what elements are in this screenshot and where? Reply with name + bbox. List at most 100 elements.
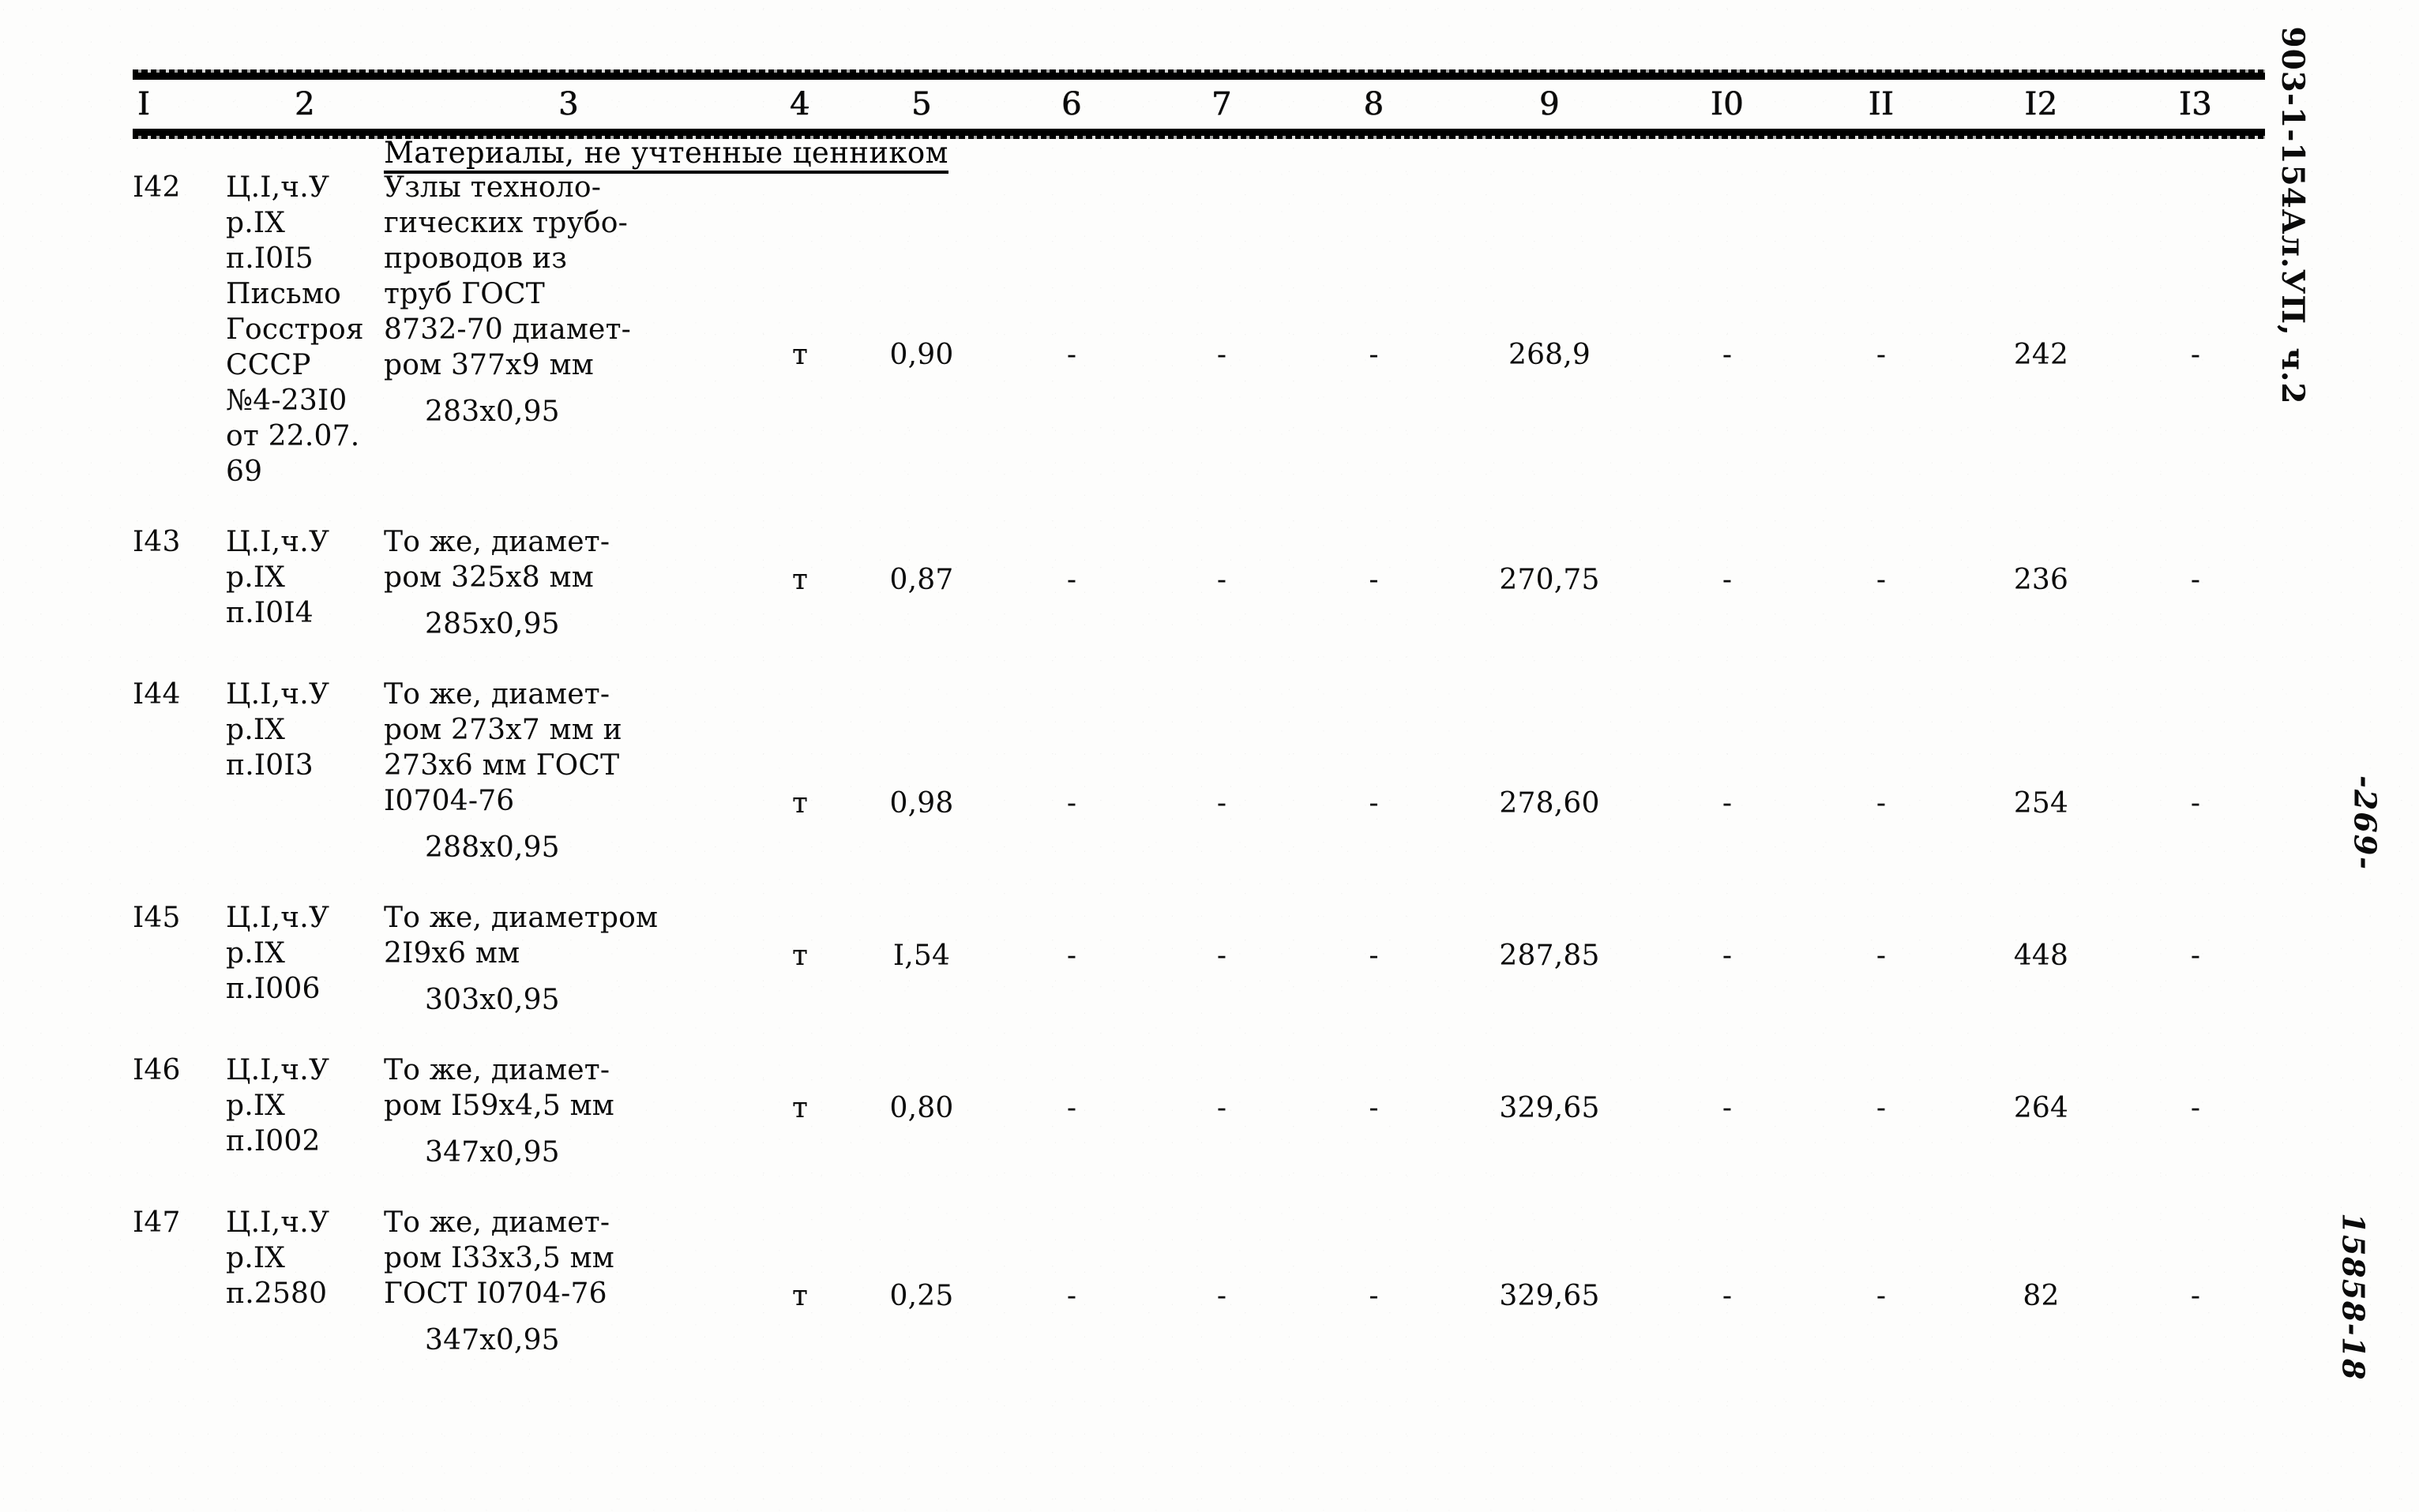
row-col7: - bbox=[1216, 787, 1227, 820]
estimate-body: Материалы, не учтенные ценником I42 Ц.I,… bbox=[133, 136, 2265, 1358]
row-col8: - bbox=[1369, 339, 1379, 371]
row-col8: - bbox=[1369, 1092, 1379, 1124]
row-col6: - bbox=[1066, 940, 1077, 972]
row-description-main: Узлы техноло- гических трубо- проводов и… bbox=[384, 171, 632, 381]
row-justification: Ц.I,ч.У р.IX п.2580 bbox=[226, 1206, 330, 1310]
row-justification: Ц.I,ч.У р.IX п.I0I3 bbox=[226, 678, 330, 782]
row-position-number: I46 bbox=[133, 1054, 181, 1086]
row-spacer bbox=[133, 642, 2265, 677]
row-position-number: I42 bbox=[133, 171, 181, 204]
column-header-2: 2 bbox=[295, 86, 315, 122]
row-col11: - bbox=[1876, 1280, 1887, 1312]
row-col9: 278,60 bbox=[1499, 787, 1600, 820]
row-col11: - bbox=[1876, 339, 1887, 371]
row-description-calc: 288х0,95 bbox=[425, 831, 560, 864]
row-col10: - bbox=[1722, 940, 1733, 972]
estimate-grid: I 2 3 4 5 6 7 8 9 I0 II I2 I3 bbox=[133, 80, 2265, 129]
table-header-bottom-rule bbox=[133, 129, 2265, 139]
table-row: I46 Ц.I,ч.У р.IX п.I002 То же, диамет- р… bbox=[133, 1052, 2265, 1170]
row-description-main: То же, диамет- ром I59х4,5 мм bbox=[384, 1054, 614, 1122]
row-col11: - bbox=[1876, 1092, 1887, 1124]
row-unit: т bbox=[791, 787, 809, 820]
table-top-rule bbox=[133, 69, 2265, 80]
row-col13: - bbox=[2190, 940, 2201, 972]
row-col9: 268,9 bbox=[1508, 339, 1591, 371]
right-margin-stamps: 903-1-154Ал.УП, ч.2 -269- 15858-18 bbox=[2274, 0, 2413, 1512]
row-position-number: I47 bbox=[133, 1206, 181, 1239]
row-quantity: 0,98 bbox=[889, 787, 954, 820]
row-col6: - bbox=[1066, 339, 1077, 371]
section-heading: Материалы, не учтенные ценником bbox=[384, 136, 2265, 174]
row-col11: - bbox=[1876, 940, 1887, 972]
row-col10: - bbox=[1722, 564, 1733, 596]
table-row: I44 Ц.I,ч.У р.IX п.I0I3 То же, диамет- р… bbox=[133, 677, 2265, 865]
row-col7: - bbox=[1216, 940, 1227, 972]
table-row: I43 Ц.I,ч.У р.IX п.I0I4 То же, диамет- р… bbox=[133, 524, 2265, 642]
row-justification: Ц.I,ч.У р.IX п.I0I4 bbox=[226, 526, 330, 629]
column-header-9: 9 bbox=[1539, 86, 1560, 122]
archive-number-stamp: 15858-18 bbox=[2335, 1213, 2372, 1381]
row-col11: - bbox=[1876, 787, 1887, 820]
row-position-number: I45 bbox=[133, 902, 181, 934]
row-justification: Ц.I,ч.У р.IX п.I0I5 Письмо Госстроя СССР… bbox=[226, 171, 364, 488]
row-col12: 264 bbox=[2013, 1092, 2069, 1124]
row-col8: - bbox=[1369, 940, 1379, 972]
row-col12: 242 bbox=[2013, 339, 2069, 371]
column-header-8: 8 bbox=[1363, 86, 1384, 122]
row-description-main: То же, диаметром 2I9х6 мм bbox=[384, 902, 659, 970]
document-code-stamp: 903-1-154Ал.УП, ч.2 bbox=[2274, 26, 2311, 405]
column-header-13: I3 bbox=[2178, 86, 2213, 122]
row-description-calc: 303х0,95 bbox=[425, 984, 560, 1016]
row-col6: - bbox=[1066, 564, 1077, 596]
row-col6: - bbox=[1066, 1280, 1077, 1312]
column-header-11: II bbox=[1868, 86, 1895, 122]
row-position-number: I43 bbox=[133, 526, 181, 558]
row-col13: - bbox=[2190, 564, 2201, 596]
page-number-stamp: -269- bbox=[2347, 775, 2383, 871]
row-description: То же, диамет- ром 325х8 мм 285х0,95 bbox=[384, 524, 753, 642]
row-col10: - bbox=[1722, 1092, 1733, 1124]
column-header-12: I2 bbox=[2024, 86, 2058, 122]
row-col6: - bbox=[1066, 1092, 1077, 1124]
scanned-page: I 2 3 4 5 6 7 8 9 I0 II I2 I3 Материалы,… bbox=[0, 0, 2419, 1512]
row-description: То же, диамет- ром I59х4,5 мм 347х0,95 bbox=[384, 1052, 753, 1170]
row-spacer bbox=[133, 865, 2265, 900]
column-number-header-row: I 2 3 4 5 6 7 8 9 I0 II I2 I3 bbox=[133, 80, 2265, 129]
row-description: Узлы техноло- гических трубо- проводов и… bbox=[384, 170, 753, 490]
row-unit: т bbox=[791, 940, 809, 972]
column-header-6: 6 bbox=[1061, 86, 1082, 122]
row-unit: т bbox=[791, 564, 809, 596]
row-justification: Ц.I,ч.У р.IX п.I006 bbox=[226, 902, 330, 1005]
cost-estimate-table: I 2 3 4 5 6 7 8 9 I0 II I2 I3 Материалы,… bbox=[133, 69, 2265, 1358]
row-unit: т bbox=[791, 1280, 809, 1312]
row-col7: - bbox=[1216, 1280, 1227, 1312]
table-row: I42 Ц.I,ч.У р.IX п.I0I5 Письмо Госстроя … bbox=[133, 170, 2265, 490]
row-spacer bbox=[133, 1018, 2265, 1052]
row-col13: - bbox=[2190, 339, 2201, 371]
row-col10: - bbox=[1722, 1280, 1733, 1312]
row-col8: - bbox=[1369, 787, 1379, 820]
row-description-main: То же, диамет- ром 273х7 мм и 273х6 мм Г… bbox=[384, 678, 622, 817]
row-spacer bbox=[133, 1170, 2265, 1205]
table-row: I45 Ц.I,ч.У р.IX п.I006 То же, диаметром… bbox=[133, 900, 2265, 1018]
column-header-3: 3 bbox=[558, 86, 579, 122]
row-description-calc: 347х0,95 bbox=[425, 1324, 560, 1356]
row-col11: - bbox=[1876, 564, 1887, 596]
row-unit: т bbox=[791, 1092, 809, 1124]
page-sheet: I 2 3 4 5 6 7 8 9 I0 II I2 I3 Материалы,… bbox=[0, 0, 2419, 1512]
row-justification: Ц.I,ч.У р.IX п.I002 bbox=[226, 1054, 330, 1157]
row-col12: 254 bbox=[2013, 787, 2069, 820]
column-header-4: 4 bbox=[790, 86, 810, 122]
row-quantity: 0,90 bbox=[889, 339, 954, 371]
row-col13: - bbox=[2190, 1280, 2201, 1312]
column-header-1: I bbox=[137, 86, 151, 122]
row-col9: 329,65 bbox=[1499, 1092, 1600, 1124]
row-quantity: 0,25 bbox=[889, 1280, 954, 1312]
row-description-calc: 283х0,95 bbox=[425, 396, 560, 428]
row-col12: 448 bbox=[2013, 940, 2069, 972]
row-col13: - bbox=[2190, 1092, 2201, 1124]
row-description: То же, диаметром 2I9х6 мм 303х0,95 bbox=[384, 900, 753, 1018]
row-spacer bbox=[133, 490, 2265, 524]
section-heading-row: Материалы, не учтенные ценником bbox=[133, 136, 2265, 174]
column-header-5: 5 bbox=[911, 86, 932, 122]
